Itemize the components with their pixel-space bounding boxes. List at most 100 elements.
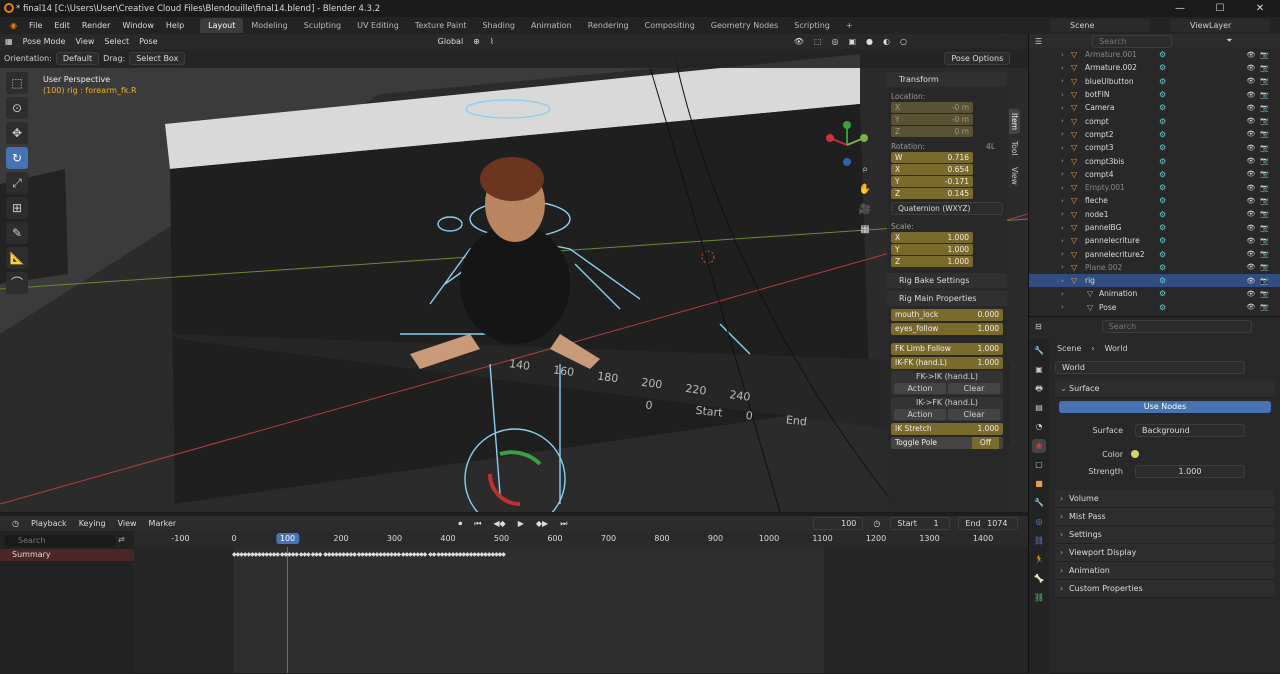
scene-tab-icon[interactable]: ◔: [1032, 420, 1046, 434]
outliner-row[interactable]: › ▽ botFIN ⚙ 👁📷: [1029, 88, 1280, 101]
timeline-search-input[interactable]: Search: [4, 535, 116, 547]
move-tool-icon[interactable]: ✥: [6, 122, 28, 144]
ik-stretch-field[interactable]: IK Stretch 1.000: [891, 423, 1003, 435]
tab-view[interactable]: View: [1009, 162, 1020, 189]
visibility-icons[interactable]: 👁📷: [1246, 263, 1274, 271]
tool-tab-icon[interactable]: 🔧: [1032, 344, 1046, 358]
eyes-follow-field[interactable]: eyes_follow 1.000: [891, 323, 1003, 335]
minimize-button[interactable]: —: [1160, 0, 1200, 17]
visibility-icons[interactable]: 👁📷: [1246, 157, 1274, 165]
scene-selector[interactable]: Scene: [1050, 19, 1150, 32]
bone-tab-icon[interactable]: 🦴: [1032, 572, 1046, 586]
ruler-current-frame[interactable]: 100: [275, 533, 300, 544]
playhead[interactable]: [287, 547, 288, 673]
world-tab-icon[interactable]: ◉: [1032, 439, 1046, 453]
outliner-row[interactable]: › ▽ blueUIbutton ⚙ 👁📷: [1029, 75, 1280, 88]
location-y-field[interactable]: Y -0 m: [891, 114, 973, 125]
blender-menu-icon[interactable]: ◉: [4, 21, 23, 30]
outliner-row[interactable]: › ▽ Armature.002 ⚙ 👁📷: [1029, 61, 1280, 74]
location-x-field[interactable]: X -0 m: [891, 102, 973, 113]
camera-view-icon[interactable]: 🎥: [858, 204, 872, 218]
physics-tab-icon[interactable]: ◎: [1032, 515, 1046, 529]
pan-hand-icon[interactable]: ✋: [858, 184, 872, 198]
gizmo-toggle-icon[interactable]: ⬚: [809, 37, 827, 46]
menu-file[interactable]: File: [23, 21, 48, 30]
modifier-tab-icon[interactable]: 🔧: [1032, 496, 1046, 510]
mist-pass-section[interactable]: Mist Pass: [1055, 508, 1275, 526]
tab-rendering[interactable]: Rendering: [580, 21, 637, 30]
fk-ik-action-button[interactable]: Action: [894, 383, 946, 394]
menu-marker[interactable]: Marker: [143, 519, 183, 528]
bone-constraint-tab-icon[interactable]: ⛓: [1032, 591, 1046, 605]
add-workspace-button[interactable]: +: [838, 21, 861, 30]
outliner-row[interactable]: › ▽ compt3bis ⚙ 👁📷: [1029, 154, 1280, 167]
surface-shader-dropdown[interactable]: Background: [1135, 423, 1245, 437]
visibility-icons[interactable]: 👁📷: [1246, 130, 1274, 138]
constraints-tab-icon[interactable]: ⛓: [1032, 534, 1046, 548]
fk-limb-follow-field[interactable]: FK Limb Follow 1.000: [891, 343, 1003, 355]
menu-playback[interactable]: Playback: [25, 519, 73, 528]
scale-x-field[interactable]: X 1.000: [891, 232, 973, 243]
fk-ik-clear-button[interactable]: Clear: [948, 383, 1000, 394]
outliner-row[interactable]: › ▽ pannelecriture2 ⚙ 👁📷: [1029, 247, 1280, 260]
expand-arrow-icon[interactable]: ›: [1061, 184, 1064, 192]
menu-pose[interactable]: Pose: [134, 37, 163, 46]
visibility-icons[interactable]: 👁📷: [1246, 250, 1274, 258]
menu-timeline-view[interactable]: View: [112, 519, 143, 528]
prev-key-icon[interactable]: ◀◆: [487, 519, 511, 528]
start-frame-field[interactable]: Start 1: [890, 517, 951, 530]
tab-shading[interactable]: Shading: [474, 21, 523, 30]
grid-view-icon[interactable]: ▦: [858, 224, 872, 238]
output-tab-icon[interactable]: 🖶: [1032, 382, 1046, 396]
visibility-icons[interactable]: 👁📷: [1246, 170, 1274, 178]
ik-fk-action-button[interactable]: Action: [894, 409, 946, 420]
animation-section[interactable]: Animation: [1055, 562, 1275, 580]
outliner-search-input[interactable]: Search: [1092, 34, 1173, 48]
transform-orientation-dropdown[interactable]: Global: [433, 37, 469, 46]
visibility-icons[interactable]: 👁📷: [1246, 277, 1274, 285]
render-tab-icon[interactable]: ▣: [1032, 363, 1046, 377]
expand-arrow-icon[interactable]: ›: [1061, 77, 1064, 85]
breadcrumb-scene[interactable]: Scene: [1057, 344, 1081, 353]
expand-arrow-icon[interactable]: ›: [1061, 64, 1064, 72]
ik-fk-field[interactable]: IK-FK (hand.L) 1.000: [891, 357, 1003, 369]
visibility-icons[interactable]: 👁📷: [1246, 184, 1274, 192]
breadcrumb-world[interactable]: World: [1105, 344, 1128, 353]
expand-arrow-icon[interactable]: ›: [1061, 51, 1064, 59]
tab-layout[interactable]: Layout: [200, 18, 244, 33]
current-frame-field[interactable]: 100: [813, 517, 864, 530]
visibility-icons[interactable]: 👁📷: [1246, 224, 1274, 232]
overlay-toggle-icon[interactable]: ◎: [827, 37, 844, 46]
scale-tool-icon[interactable]: ⤢: [6, 172, 28, 194]
pose-options-dropdown[interactable]: Pose Options: [944, 52, 1011, 65]
expand-arrow-icon[interactable]: ›: [1061, 250, 1064, 258]
visibility-icons[interactable]: 👁📷: [1246, 64, 1274, 72]
strength-field[interactable]: 1.000: [1135, 464, 1245, 478]
relax-pose-tool-icon[interactable]: ⌒: [6, 272, 28, 294]
outliner-row[interactable]: › ▽ compt2 ⚙ 👁📷: [1029, 128, 1280, 141]
tab-tool[interactable]: Tool: [1009, 137, 1020, 160]
view-layer-tab-icon[interactable]: ▤: [1032, 401, 1046, 415]
visibility-icons[interactable]: 👁📷: [1246, 91, 1274, 99]
close-button[interactable]: ✕: [1240, 0, 1280, 17]
visibility-icons[interactable]: 👁📷: [1246, 117, 1274, 125]
expand-arrow-icon[interactable]: ›: [1061, 117, 1064, 125]
menu-keying[interactable]: Keying: [73, 519, 112, 528]
outliner-row[interactable]: › ▽ pannelecriture ⚙ 👁📷: [1029, 234, 1280, 247]
navigation-gizmo[interactable]: [822, 120, 872, 170]
timeline-editor-icon[interactable]: ◷: [6, 519, 25, 528]
data-tab-icon[interactable]: 🏃: [1032, 553, 1046, 567]
tab-geometry-nodes[interactable]: Geometry Nodes: [703, 21, 786, 30]
menu-view[interactable]: View: [70, 37, 99, 46]
volume-section[interactable]: Volume: [1055, 490, 1275, 508]
rotation-w-field[interactable]: W 0.716: [891, 152, 973, 163]
scale-z-field[interactable]: Z 1.000: [891, 256, 973, 267]
cursor-tool-icon[interactable]: ⊙: [6, 97, 28, 119]
menu-window[interactable]: Window: [116, 21, 160, 30]
toggle-pole-field[interactable]: Toggle Pole Off: [891, 437, 1003, 449]
rotation-z-field[interactable]: Z 0.145: [891, 188, 973, 199]
visibility-icons[interactable]: 👁📷: [1246, 237, 1274, 245]
mouth-lock-field[interactable]: mouth_lock 0.000: [891, 309, 1003, 321]
expand-arrow-icon[interactable]: ›: [1061, 91, 1064, 99]
rotation-x-field[interactable]: X 0.654: [891, 164, 973, 175]
